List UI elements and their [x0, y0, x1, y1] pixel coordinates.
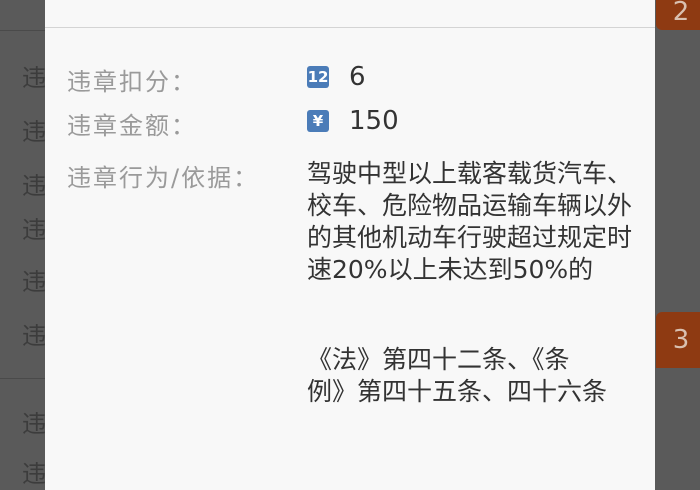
yen-icon: ¥: [307, 110, 329, 132]
fine-value: 150: [349, 106, 399, 136]
list-item[interactable]: 违: [22, 324, 46, 348]
fine-value-row: ¥ 150: [307, 106, 399, 136]
list-item[interactable]: 违: [22, 66, 46, 90]
list-item[interactable]: 违: [22, 120, 46, 144]
list-item[interactable]: 违: [22, 270, 46, 294]
violation-count-badge-3: 3: [656, 312, 700, 368]
list-item[interactable]: 违: [22, 412, 46, 436]
violation-behavior-text: 驾驶中型以上载客载货汽车、校车、危险物品运输车辆以外的其他机动车行驶超过规定时速…: [307, 159, 633, 284]
dialog-divider: [45, 27, 655, 28]
fine-label: 违章金额：: [67, 112, 197, 140]
behavior-label: 违章行为/依据：: [67, 164, 260, 192]
list-divider: [0, 30, 45, 31]
list-item[interactable]: 违: [22, 218, 46, 242]
violation-detail-dialog: 违章扣分： 12 6 违章金额： ¥ 150 违章行为/依据： 驾驶中型以上载客…: [45, 0, 655, 490]
points-value-row: 12 6: [307, 62, 366, 92]
list-divider: [0, 378, 45, 379]
list-item[interactable]: 违: [22, 462, 46, 486]
list-item[interactable]: 违: [22, 174, 46, 198]
points-icon: 12: [307, 66, 329, 88]
points-label: 违章扣分：: [67, 68, 197, 96]
violation-count-badge-2: 2: [656, 0, 700, 30]
violation-basis-text: 《法》第四十二条、《条例》第四十五条、四十六条: [307, 345, 608, 406]
points-value: 6: [349, 62, 366, 92]
